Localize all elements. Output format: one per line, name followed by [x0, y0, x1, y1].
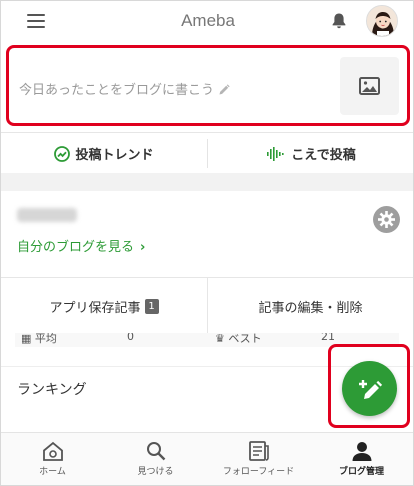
sound-wave-icon: [267, 146, 284, 161]
edit-delete-label: 記事の編集・削除: [258, 300, 363, 316]
fab-highlight: [328, 344, 410, 428]
plus-pencil-icon: [359, 380, 383, 399]
chevron-right-icon: ›: [140, 240, 146, 255]
app-header: Ameba: [1, 1, 413, 41]
voice-post-button[interactable]: こえで投稿: [208, 133, 413, 174]
section-separator: [1, 173, 413, 191]
nav-discover-label: 見つける: [137, 467, 174, 477]
feed-icon: [248, 441, 269, 461]
gear-icon[interactable]: [373, 206, 400, 233]
my-blog-link-label: 自分のブログを見る: [17, 240, 135, 255]
nav-blog-manage[interactable]: ブログ管理: [310, 433, 413, 485]
person-icon: [352, 442, 371, 461]
nav-home[interactable]: ホーム: [1, 433, 104, 485]
stat-best-label: ♛ ベスト: [215, 333, 262, 345]
voice-post-label: こえで投稿: [291, 148, 356, 163]
stat-average-text: 平均: [34, 333, 57, 345]
image-icon: [359, 77, 380, 95]
article-tabs-row: アプリ保存記事 1 記事の編集・削除: [1, 277, 413, 334]
edit-delete-articles-button[interactable]: 記事の編集・削除: [208, 278, 413, 334]
nav-blog-manage-label: ブログ管理: [338, 467, 384, 477]
app-title: Ameba: [181, 11, 235, 30]
user-avatar[interactable]: [366, 5, 398, 37]
nav-home-label: ホーム: [39, 467, 66, 477]
image-upload-button[interactable]: [340, 57, 399, 115]
post-actions-row: 投稿トレンド こえで投稿: [1, 132, 413, 173]
nav-follow-feed[interactable]: フォローフィード: [207, 433, 310, 485]
trend-chart-icon: [54, 145, 71, 162]
bell-icon[interactable]: [329, 11, 349, 31]
saved-count-badge: 1: [144, 298, 159, 314]
new-post-fab[interactable]: [342, 361, 397, 416]
app-frame: Ameba 今日あったことをブログに書こう 投稿トレンド こえで投稿 自分のブロ…: [0, 0, 414, 486]
saved-articles-label: アプリ保存記事: [49, 300, 141, 316]
compose-box[interactable]: 今日あったことをブログに書こう: [6, 45, 410, 126]
saved-articles-button[interactable]: アプリ保存記事 1: [1, 278, 207, 334]
compose-placeholder-text: 今日あったことをブログに書こう: [19, 83, 215, 98]
pencil-icon: [219, 84, 230, 95]
nav-discover[interactable]: 見つける: [104, 433, 207, 485]
trend-button[interactable]: 投稿トレンド: [1, 133, 207, 174]
compose-placeholder[interactable]: 今日あったことをブログに書こう: [19, 79, 230, 98]
bottom-navigation: ホーム 見つける フォローフィード ブログ管理: [1, 432, 413, 485]
stat-best-text: ベスト: [228, 333, 262, 345]
my-blog-link[interactable]: 自分のブログを見る ›: [17, 236, 145, 255]
stat-average-label: ▦ 平均: [21, 333, 57, 345]
search-icon: [146, 442, 165, 461]
home-icon: [42, 441, 63, 461]
nav-follow-feed-label: フォローフィード: [222, 467, 295, 477]
trend-label: 投稿トレンド: [75, 148, 154, 163]
profile-section: 自分のブログを見る ›: [1, 191, 413, 277]
ranking-label: ランキング: [17, 382, 87, 398]
stat-best-value: 21: [321, 333, 335, 343]
blurred-username: [17, 208, 77, 222]
stat-average-value: 0: [127, 333, 134, 343]
